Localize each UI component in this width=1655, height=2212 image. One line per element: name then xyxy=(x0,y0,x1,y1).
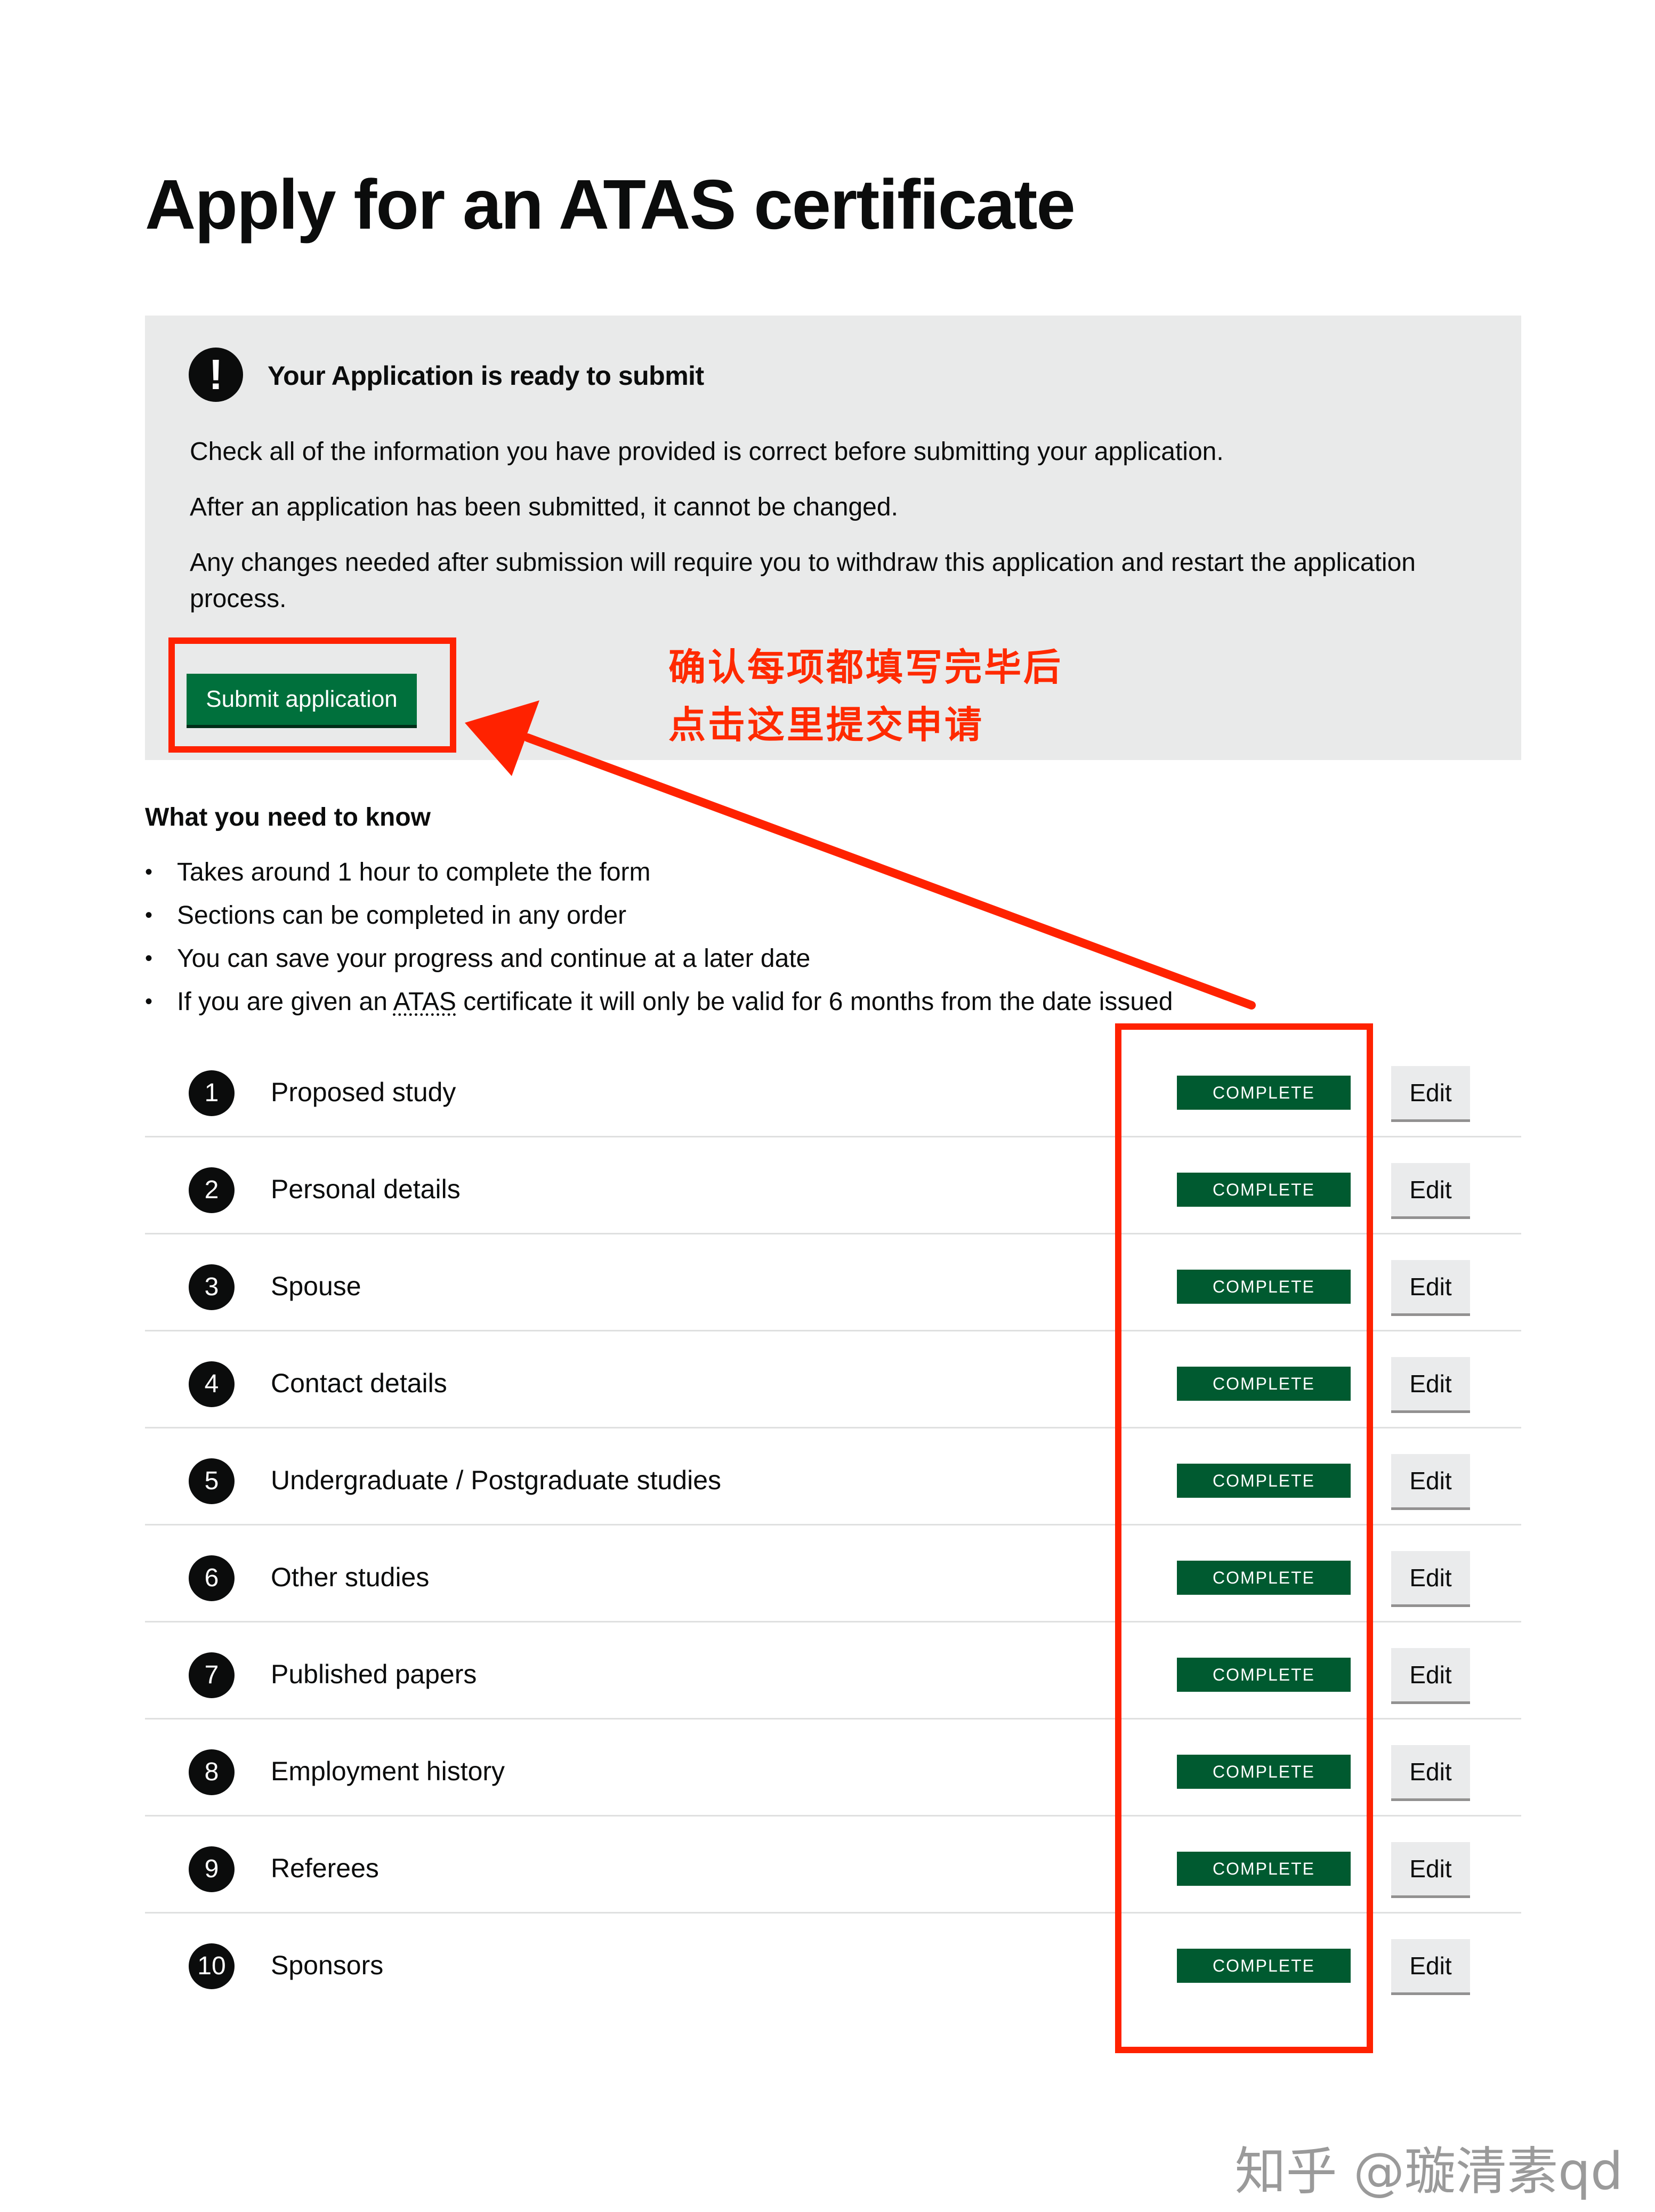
notice-paragraph: Any changes needed after submission will… xyxy=(190,548,1416,613)
watermark: 知乎 @璇清素qd xyxy=(1234,2142,1623,2201)
list-item-text: If you are given an xyxy=(177,988,393,1016)
edit-button[interactable]: Edit xyxy=(1391,1260,1470,1313)
step-number: 4 xyxy=(189,1361,235,1407)
notice-paragraph: After an application has been submitted,… xyxy=(190,493,898,521)
task-label: Contact details xyxy=(271,1368,447,1398)
edit-button[interactable]: Edit xyxy=(1391,1745,1470,1798)
edit-button[interactable]: Edit xyxy=(1391,1648,1470,1701)
task-label: Employment history xyxy=(271,1756,505,1786)
edit-button[interactable]: Edit xyxy=(1391,1066,1470,1119)
task-label: Referees xyxy=(271,1853,379,1883)
step-number: 9 xyxy=(189,1846,235,1892)
list-item: Takes around 1 hour to complete the form xyxy=(145,851,1173,894)
step-number: 2 xyxy=(189,1167,235,1213)
page-title: Apply for an ATAS certificate xyxy=(145,165,1076,244)
requirements-list: Takes around 1 hour to complete the form… xyxy=(145,851,1173,1023)
step-number: 6 xyxy=(189,1555,235,1601)
edit-button[interactable]: Edit xyxy=(1391,1454,1470,1507)
notice-paragraph: Check all of the information you have pr… xyxy=(190,438,1224,466)
task-label: Sponsors xyxy=(271,1950,384,1980)
annotation-line: 确认每项都填写完毕后 xyxy=(668,645,1063,689)
submit-highlight-box xyxy=(168,637,456,753)
step-number: 7 xyxy=(189,1652,235,1698)
what-you-need-to-know-heading: What you need to know xyxy=(145,803,431,831)
list-item: If you are given an ATAS certificate it … xyxy=(145,980,1173,1023)
list-item: You can save your progress and continue … xyxy=(145,937,1173,980)
step-number: 1 xyxy=(189,1070,235,1116)
list-item: Sections can be completed in any order xyxy=(145,894,1173,937)
task-label: Spouse xyxy=(271,1271,361,1301)
step-number: 5 xyxy=(189,1458,235,1504)
task-label: Other studies xyxy=(271,1562,430,1592)
list-item-text: certificate it will only be valid for 6 … xyxy=(456,988,1173,1016)
step-number: 3 xyxy=(189,1264,235,1310)
step-number: 10 xyxy=(189,1943,235,1989)
task-label: Proposed study xyxy=(271,1077,456,1107)
task-label: Personal details xyxy=(271,1174,461,1204)
task-label: Undergraduate / Postgraduate studies xyxy=(271,1465,721,1495)
status-highlight-box xyxy=(1115,1023,1373,2053)
atas-abbreviation: ATAS xyxy=(393,988,456,1016)
notice-heading: Your Application is ready to submit xyxy=(268,361,704,391)
warning-icon: ! xyxy=(189,348,243,402)
task-label: Published papers xyxy=(271,1659,477,1689)
edit-button[interactable]: Edit xyxy=(1391,1163,1470,1216)
edit-button[interactable]: Edit xyxy=(1391,1551,1470,1604)
annotation-line: 点击这里提交申请 xyxy=(668,703,984,747)
step-number: 8 xyxy=(189,1749,235,1795)
edit-button[interactable]: Edit xyxy=(1391,1842,1470,1895)
edit-button[interactable]: Edit xyxy=(1391,1939,1470,1992)
edit-button[interactable]: Edit xyxy=(1391,1357,1470,1410)
